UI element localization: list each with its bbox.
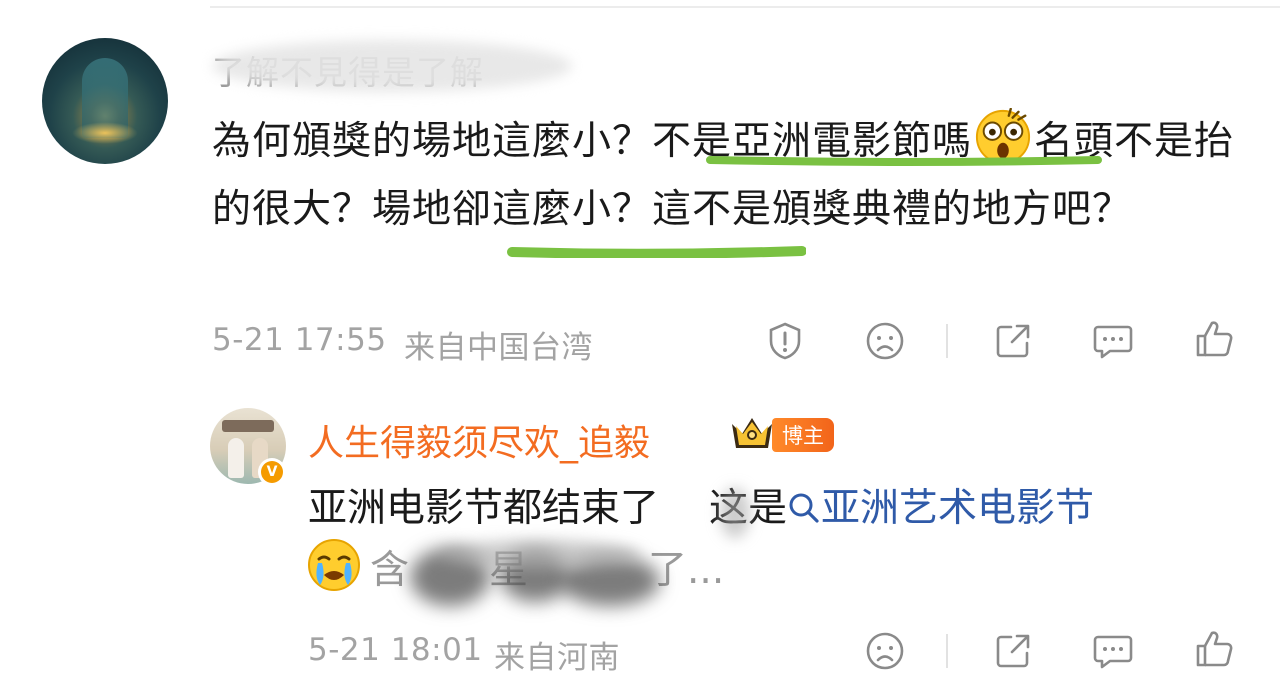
like-icon[interactable] xyxy=(1192,316,1238,362)
reply-text: 亚洲电影节都结束了这是亚洲艺术电影节 xyxy=(308,486,1095,531)
divider xyxy=(210,6,1280,8)
blur-overlay xyxy=(720,488,750,538)
search-icon xyxy=(789,493,819,523)
reply-source: 来自河南 xyxy=(494,640,620,676)
divider xyxy=(946,634,948,668)
highlight-underline xyxy=(706,156,1102,166)
comment-thread: 了解不見得是了解 為何頒獎的場地這麼小？不是亞洲電影節嗎 名頭不是抬的很大？場地… xyxy=(0,0,1280,696)
report-icon[interactable] xyxy=(762,318,808,364)
comment-icon[interactable] xyxy=(1090,318,1136,364)
dislike-icon[interactable] xyxy=(862,628,908,674)
topic-link[interactable]: 亚洲艺术电影节 xyxy=(787,486,1094,531)
blur-overlay xyxy=(440,540,640,570)
avatar-art xyxy=(222,420,274,432)
highlight-underline xyxy=(507,246,806,258)
comment-text: 為何頒獎的場地這麼小？不是亞洲電影節嗎 名頭不是抬的很大？場地卻這麼小？這不是頒… xyxy=(212,108,1252,244)
reply-timestamp: 5-21 18:01 xyxy=(308,632,483,668)
comment-timestamp: 5-21 17:55 xyxy=(212,322,387,358)
avatar-art xyxy=(228,438,244,478)
role-badge: 博主 xyxy=(772,418,834,452)
crown-icon xyxy=(732,418,772,448)
comment-icon[interactable] xyxy=(1090,628,1136,674)
comment-source: 来自中国台湾 xyxy=(404,330,593,366)
share-icon[interactable] xyxy=(990,628,1036,674)
crying-face-icon xyxy=(308,539,360,591)
reply-username[interactable]: 人生得毅须尽欢_追毅 xyxy=(308,414,650,466)
verified-badge: V xyxy=(258,458,286,486)
divider xyxy=(946,324,948,358)
like-icon[interactable] xyxy=(1192,626,1238,672)
avatar-art xyxy=(72,122,138,144)
dislike-icon[interactable] xyxy=(862,318,908,364)
share-icon[interactable] xyxy=(990,318,1036,364)
avatar[interactable] xyxy=(42,38,168,164)
blur-overlay xyxy=(212,40,572,92)
